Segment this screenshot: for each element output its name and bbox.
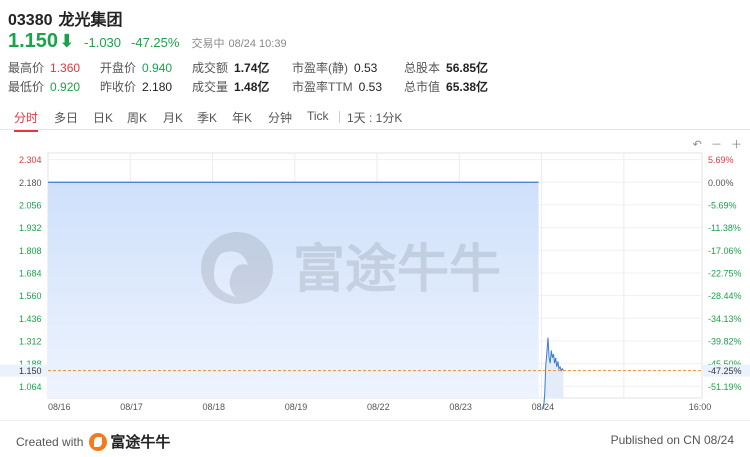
- down-arrow-icon: ⬇: [59, 31, 75, 51]
- tab-8[interactable]: Tick: [307, 109, 329, 123]
- price-row: 1.150 ⬇ -1.030 -47.25% 交易中 08/24 10:39: [8, 30, 742, 56]
- pct-tick-label: -34.13%: [708, 314, 742, 324]
- stat-value: 1.360: [50, 61, 81, 75]
- trading-status: 交易中: [191, 38, 225, 50]
- brand-name: 富途牛牛: [110, 434, 171, 451]
- x-tick-label: 08/23: [449, 402, 472, 412]
- tab-9[interactable]: 1天 : 1分K: [347, 109, 402, 126]
- x-tick-label: 08/22: [367, 402, 390, 412]
- stat-value: 0.53: [358, 80, 383, 94]
- created-label: Created with: [16, 434, 84, 449]
- price-tick-label: 1.808: [19, 246, 42, 256]
- price-tick-label: 2.180: [19, 178, 42, 188]
- published-label: Published on CN 08/24: [610, 433, 734, 447]
- stat-label: 市盈率(静): [292, 61, 348, 75]
- pct-tick-label: -5.69%: [708, 200, 737, 210]
- stat-label: 昨收价: [100, 80, 137, 94]
- stat-label: 最低价: [8, 80, 45, 94]
- pct-tick-label: -17.06%: [708, 246, 742, 256]
- x-tick-label: 08/24: [532, 402, 555, 412]
- footer: Created with 富途牛牛 Published on CN 08/24: [0, 420, 750, 457]
- x-tick-label: 08/16: [48, 402, 71, 412]
- stock-code: 03380: [8, 12, 53, 29]
- watermark: 富途牛牛: [201, 232, 501, 304]
- tab-3[interactable]: 周K: [127, 109, 147, 126]
- stat-item: 开盘价 0.940: [100, 59, 172, 76]
- tab-5[interactable]: 季K: [197, 109, 217, 126]
- stat-value: 56.85亿: [446, 61, 489, 75]
- pct-tick-label: 5.69%: [708, 155, 734, 165]
- pct-tick-label: -28.44%: [708, 291, 742, 301]
- watermark-text: 富途牛牛: [293, 240, 501, 300]
- price-chart[interactable]: 2.304 5.69% 2.180 0.00% 2.056 -5.69% 1.932 -11.…: [0, 145, 750, 417]
- stat-label: 总股本: [404, 61, 441, 75]
- tab-0[interactable]: 分时: [14, 109, 39, 132]
- stat-item: 昨收价 2.180: [100, 78, 172, 95]
- stat-item: 市盈率(静) 0.53: [292, 59, 377, 76]
- price-tick-label: 1.312: [19, 336, 42, 346]
- stat-item: 成交额 1.74亿: [192, 59, 269, 76]
- stat-item: 最低价 0.920: [8, 78, 80, 95]
- tab-7[interactable]: 分钟: [268, 109, 292, 126]
- watermark-logo-icon: [201, 232, 273, 304]
- pct-tick-label: -22.75%: [708, 268, 742, 278]
- pct-tick-label: -39.82%: [708, 336, 742, 346]
- stat-value: 2.180: [142, 80, 173, 94]
- current-pct-tag-label: -47.25%: [708, 366, 742, 376]
- stat-item: 总股本 56.85亿: [404, 59, 488, 76]
- stat-label: 成交额: [192, 61, 229, 75]
- tab-2[interactable]: 日K: [93, 109, 113, 126]
- stock-name: 龙光集团: [58, 12, 123, 29]
- created-with: Created with 富途牛牛: [16, 431, 170, 452]
- stat-label: 成交量: [192, 80, 229, 94]
- price-tick-label: 1.932: [19, 223, 42, 233]
- stat-item: 总市值 65.38亿: [404, 78, 488, 95]
- tab-1[interactable]: 多日: [54, 109, 78, 126]
- stat-value: 65.38亿: [446, 80, 489, 94]
- price-tick-label: 1.436: [19, 314, 42, 324]
- futu-logo-icon: [89, 432, 108, 451]
- quote-time: 08/24 10:39: [228, 38, 287, 50]
- tab-6[interactable]: 年K: [232, 109, 252, 126]
- price-tick-label: 1.560: [19, 291, 42, 301]
- stock-title: 03380 龙光集团: [8, 6, 742, 29]
- price-tick-label: 1.684: [19, 268, 42, 278]
- current-price: 1.150: [8, 30, 59, 52]
- stat-item: 市盈率TTM 0.53: [292, 78, 382, 95]
- tab-divider: [339, 111, 340, 123]
- pct-tick-label: 0.00%: [708, 178, 734, 188]
- x-tick-label: 08/17: [120, 402, 143, 412]
- tab-4[interactable]: 月K: [163, 109, 183, 126]
- pct-tick-label: -11.38%: [708, 223, 741, 233]
- x-tick-label: 08/18: [203, 402, 226, 412]
- current-price-tag-label: 1.150: [19, 366, 42, 376]
- stat-value: 1.74亿: [234, 61, 270, 75]
- stat-label: 最高价: [8, 61, 45, 75]
- price-change-pct: -47.25%: [131, 35, 180, 50]
- x-tick-label: 08/19: [285, 402, 308, 412]
- stat-item: 成交量 1.48亿: [192, 78, 269, 95]
- stat-label: 总市值: [404, 80, 441, 94]
- stat-item: 最高价 1.360: [8, 59, 80, 76]
- pct-tick-label: -51.19%: [708, 382, 742, 392]
- period-tabs: 分时 多日 日K 周K 月K 季K 年K 分钟 Tick 1天 : 1分K: [0, 106, 750, 132]
- price-tick-label: 2.056: [19, 200, 42, 210]
- stat-value: 1.48亿: [234, 80, 270, 94]
- price-tick-label: 1.064: [19, 382, 42, 392]
- stat-value: 0.53: [354, 61, 378, 75]
- stat-value: 0.920: [50, 80, 81, 94]
- price-change: -1.030: [84, 35, 122, 50]
- x-tick-label: 16:00: [689, 402, 712, 412]
- stat-label: 开盘价: [100, 61, 137, 75]
- stat-value: 0.940: [142, 61, 173, 75]
- stat-label: 市盈率TTM: [292, 80, 353, 94]
- price-tick-label: 2.304: [19, 155, 42, 165]
- stock-header: 03380 龙光集团 1.150 ⬇ -1.030 -47.25% 交易中 08/…: [8, 6, 742, 56]
